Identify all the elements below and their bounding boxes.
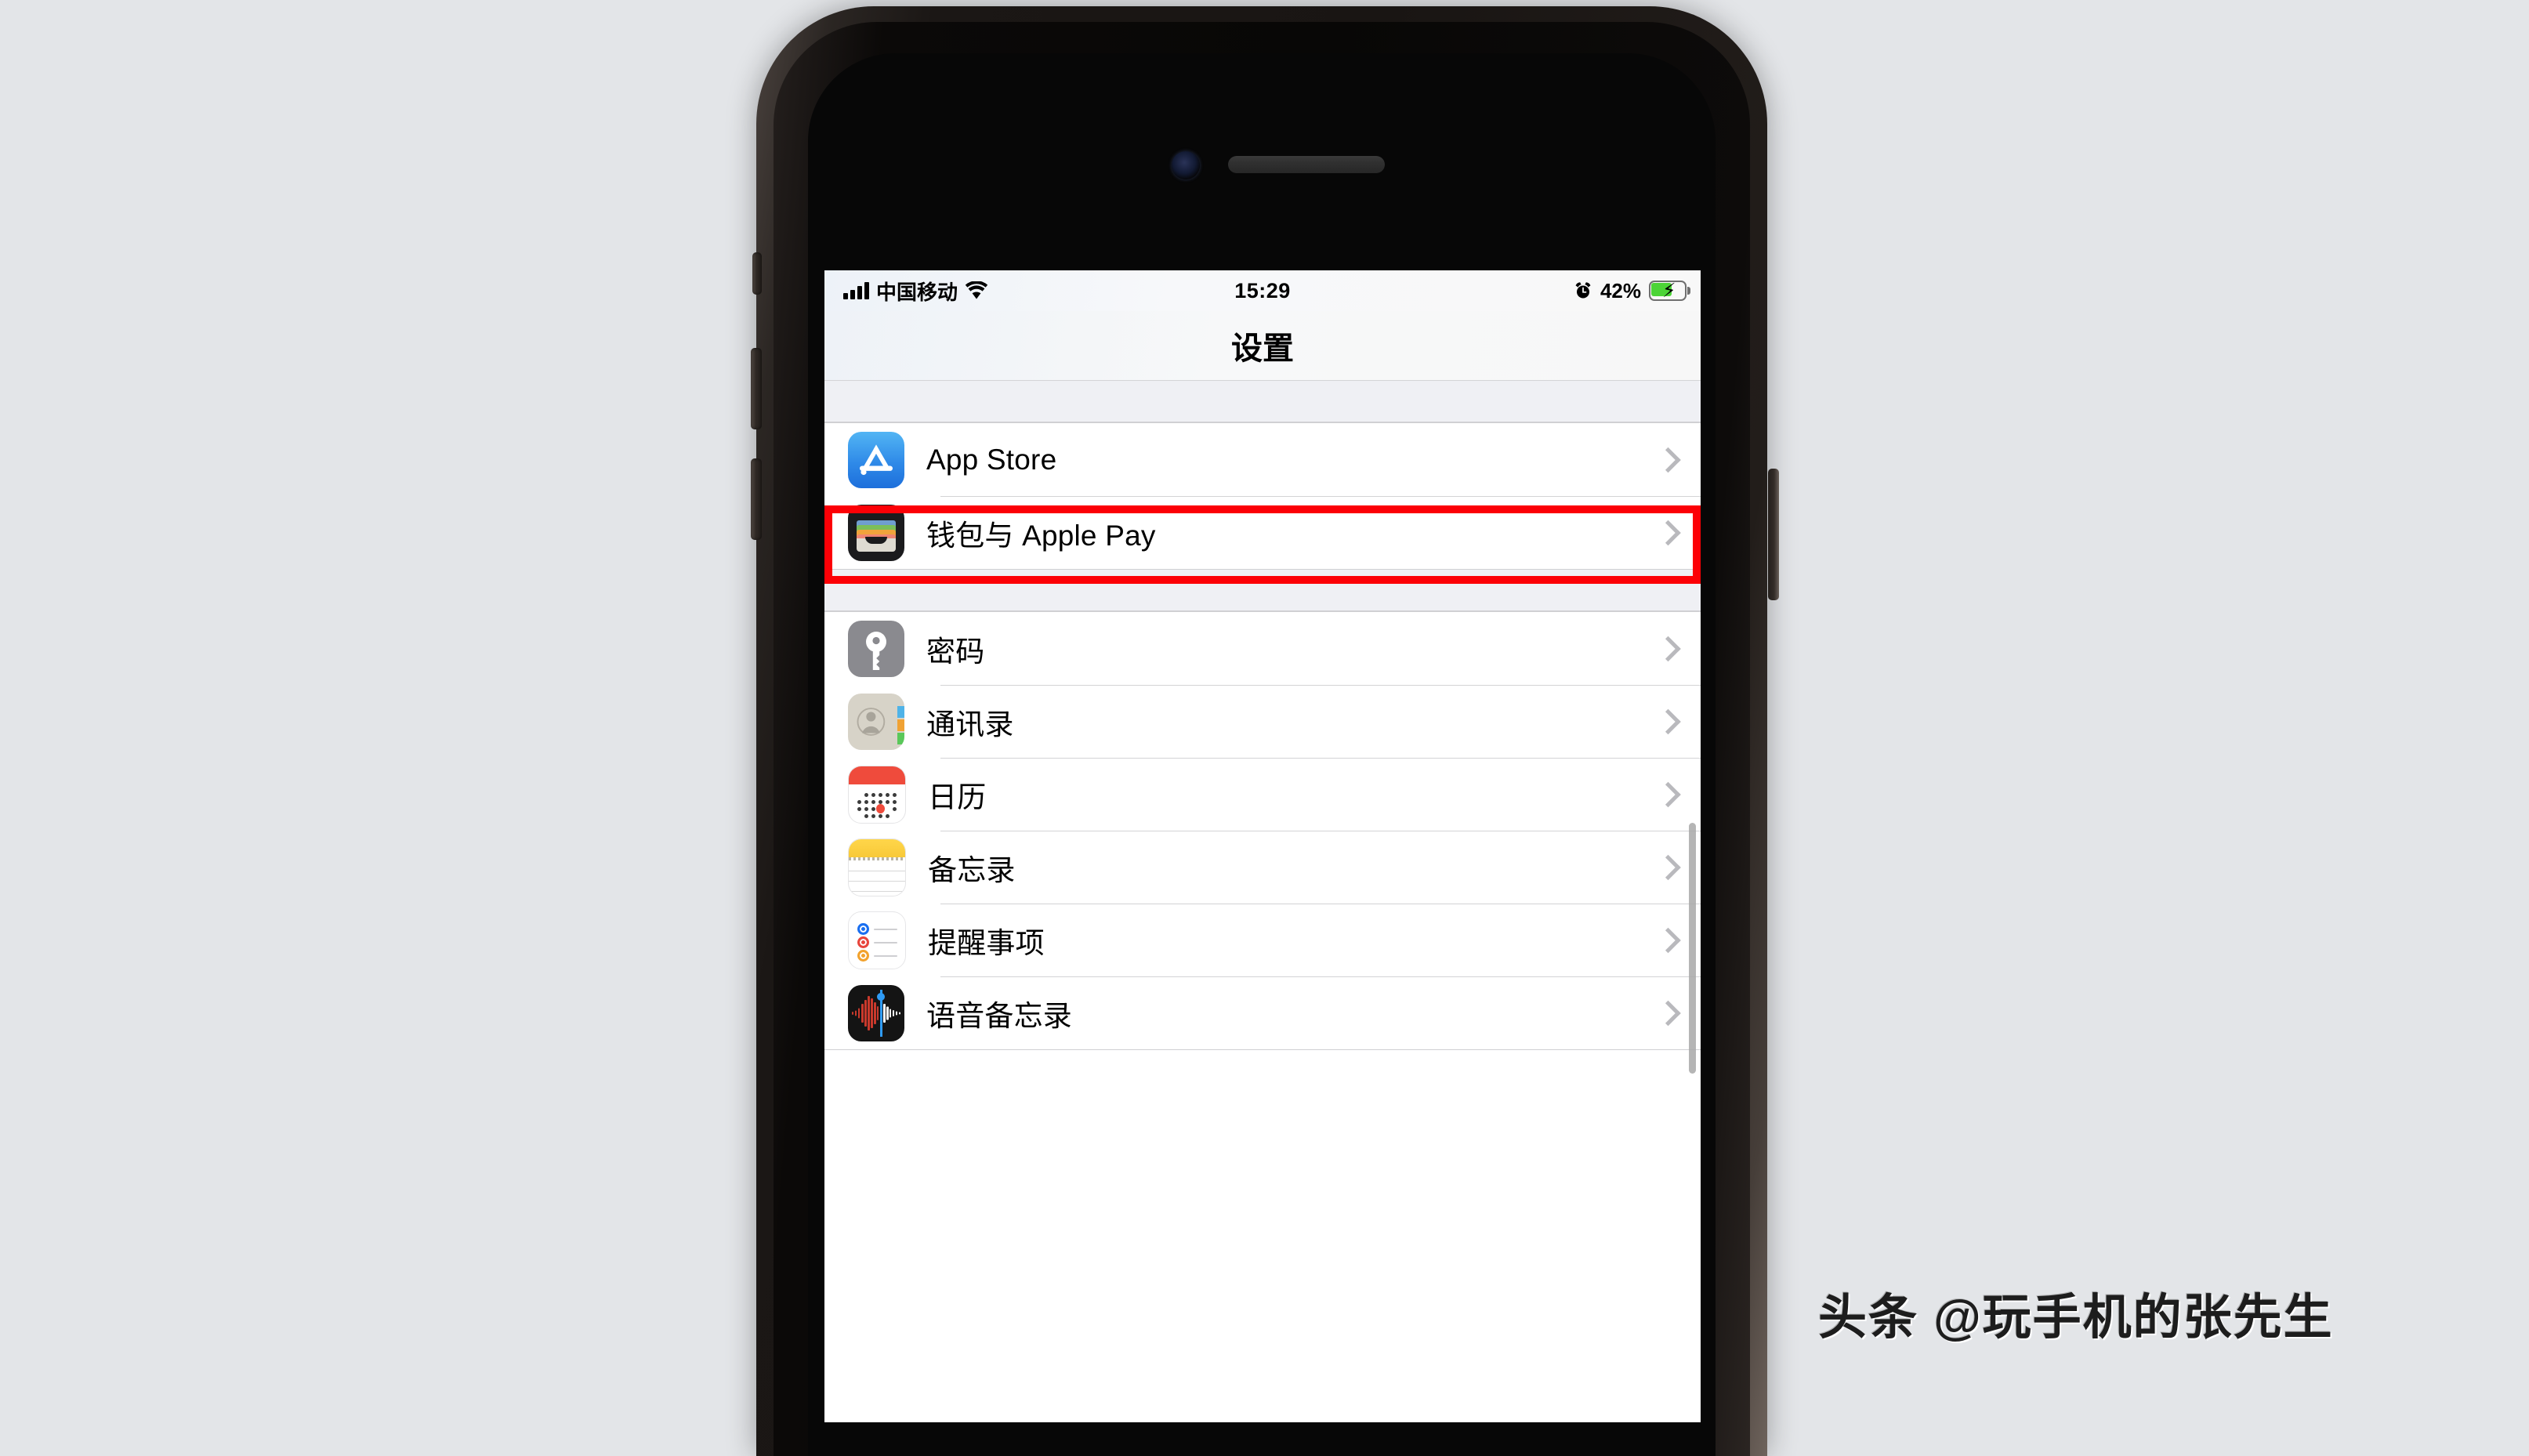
settings-row-label: 提醒事项 <box>928 926 1045 959</box>
settings-row-contacts[interactable]: 通讯录 <box>824 685 1701 758</box>
volume-up-button[interactable] <box>751 348 762 429</box>
settings-row-notes[interactable]: 备忘录 <box>824 831 1701 904</box>
settings-row-voice-memos[interactable]: 语音备忘录 <box>824 976 1701 1049</box>
settings-row-calendar[interactable]: 日历 <box>824 758 1701 831</box>
reminders-icon <box>848 911 906 969</box>
list-group-gap <box>824 381 1701 422</box>
calendar-icon <box>848 765 906 824</box>
settings-row-app-store[interactable]: App Store <box>824 423 1701 496</box>
settings-row-label: App Store <box>926 443 1057 476</box>
contacts-icon <box>848 693 904 750</box>
notes-icon <box>848 838 906 896</box>
settings-row-label: 钱包与 Apple Pay <box>926 519 1156 552</box>
voice-memos-icon <box>848 984 904 1041</box>
settings-row-label: 密码 <box>926 635 985 668</box>
settings-row-label: 通讯录 <box>926 708 1014 741</box>
settings-group-apps: 密码 通讯录 日历 备忘录 提醒事项 语音备忘录 <box>824 611 1701 1050</box>
settings-row-passwords[interactable]: 密码 <box>824 612 1701 685</box>
status-bar: 中国移动 15:29 42% ⚡ <box>824 270 1701 311</box>
chevron-right-icon <box>1655 854 1681 880</box>
app-store-icon <box>848 431 904 488</box>
power-button[interactable] <box>1768 469 1779 600</box>
settings-group-store: App Store 钱包与 Apple Pay <box>824 422 1701 570</box>
settings-row-wallet-apple-pay[interactable]: 钱包与 Apple Pay <box>824 496 1701 569</box>
battery-charging-icon: ⚡ <box>1649 281 1690 301</box>
list-group-gap <box>824 570 1701 611</box>
mute-switch[interactable] <box>752 252 762 295</box>
clock-label: 15:29 <box>1234 278 1291 302</box>
status-bar-center: 15:29 <box>824 279 1701 303</box>
chevron-right-icon <box>1655 1000 1681 1026</box>
battery-percent-label: 42% <box>1600 278 1641 302</box>
earpiece-speaker-icon <box>1228 156 1385 173</box>
chevron-right-icon <box>1655 520 1681 545</box>
passwords-key-icon <box>848 620 904 677</box>
page-title: 设置 <box>1231 331 1294 366</box>
settings-app-screen: 中国移动 15:29 42% ⚡ 设置 App Store 钱包与 Apple … <box>824 270 1701 1422</box>
list-scrollbar[interactable] <box>1689 823 1696 1074</box>
wallet-icon <box>848 504 904 561</box>
chevron-right-icon <box>1655 927 1681 953</box>
chevron-right-icon <box>1655 781 1681 807</box>
volume-down-button[interactable] <box>751 458 762 540</box>
settings-row-label: 语音备忘录 <box>926 999 1072 1032</box>
status-bar-right: 42% ⚡ <box>1574 279 1690 303</box>
navigation-bar: 设置 <box>824 311 1701 381</box>
chevron-right-icon <box>1655 708 1681 734</box>
front-camera-icon <box>1172 151 1200 179</box>
settings-row-label: 日历 <box>928 781 987 813</box>
chevron-right-icon <box>1655 447 1681 473</box>
chevron-right-icon <box>1655 636 1681 661</box>
watermark-text: 头条 @玩手机的张先生 <box>1818 1291 2334 1345</box>
settings-row-label: 备忘录 <box>928 853 1016 886</box>
alarm-clock-icon <box>1575 282 1591 299</box>
settings-row-reminders[interactable]: 提醒事项 <box>824 904 1701 976</box>
